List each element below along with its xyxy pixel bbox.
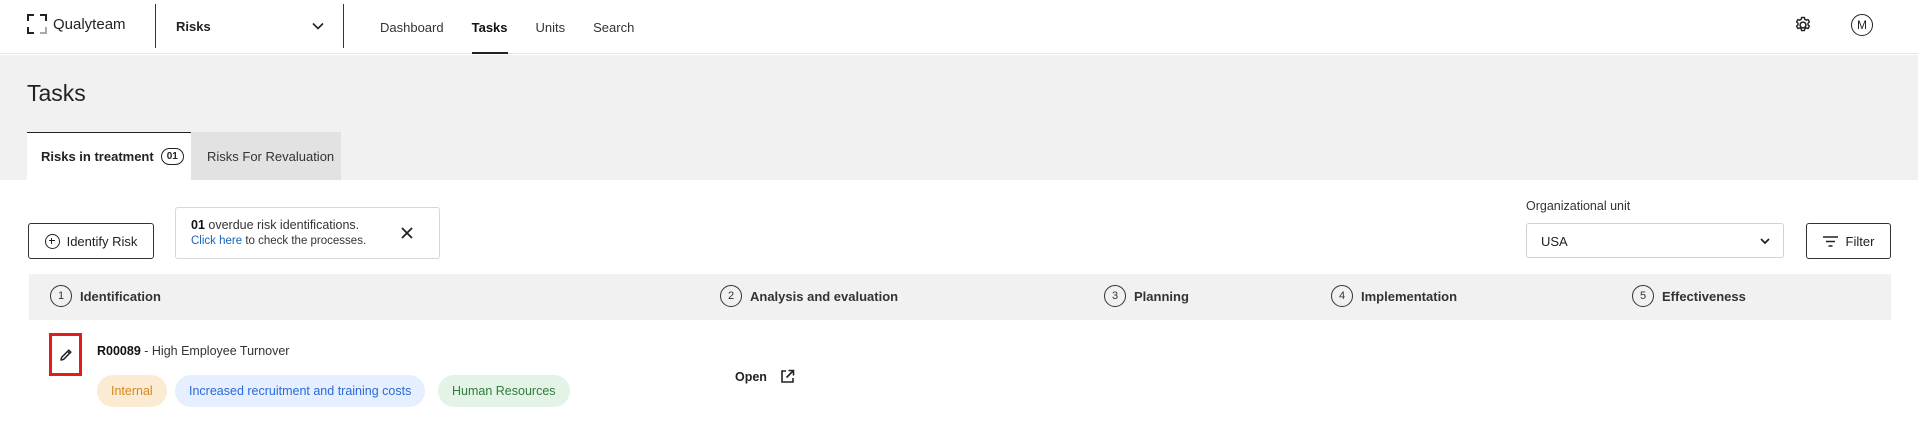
step-label: Analysis and evaluation <box>750 288 899 304</box>
risk-title: R00089 - High Employee Turnover <box>97 344 289 358</box>
open-link[interactable]: Open <box>735 369 795 384</box>
tag-internal: Internal <box>97 375 167 407</box>
overdue-notice: 01 overdue risk identifications. Click h… <box>175 207 440 259</box>
org-unit-label: Organizational unit <box>1526 199 1631 213</box>
logo[interactable]: Qualyteam <box>27 13 126 35</box>
module-select-value: Risks <box>176 18 211 34</box>
status-label: Open <box>735 369 767 384</box>
notice-sub: Click here to check the processes. <box>191 235 366 247</box>
notice-link-suffix: to check the processes. <box>242 235 367 247</box>
tab-risks-for-revaluation[interactable]: Risks For Revaluation <box>191 132 341 180</box>
edit-button[interactable] <box>49 333 82 376</box>
org-unit-select[interactable]: USA <box>1526 223 1784 258</box>
nav-dashboard[interactable]: Dashboard <box>380 0 444 54</box>
divider <box>343 4 344 48</box>
step-label: Effectiveness <box>1662 288 1746 304</box>
logo-text: Qualyteam <box>53 15 126 33</box>
divider <box>155 4 156 48</box>
step-number: 3 <box>1104 285 1126 307</box>
top-bar: Qualyteam Risks Dashboard Tasks Units Se… <box>0 0 1918 54</box>
identify-risk-label: Identify Risk <box>66 233 138 249</box>
step-label: Planning <box>1134 288 1189 304</box>
step-analysis: 2 Analysis and evaluation <box>720 285 898 307</box>
notice-message: 01 overdue risk identifications. <box>191 218 359 232</box>
close-icon[interactable] <box>399 225 415 241</box>
step-identification: 1 Identification <box>50 285 161 307</box>
module-select[interactable]: Risks <box>176 15 324 37</box>
plus-circle-icon <box>44 233 60 249</box>
tab-count-badge: 01 <box>160 148 184 165</box>
step-label: Implementation <box>1361 288 1458 304</box>
step-number: 2 <box>720 285 742 307</box>
risk-name: - High Employee Turnover <box>140 344 290 358</box>
step-planning: 3 Planning <box>1104 285 1189 307</box>
chevron-down-icon <box>1760 238 1770 245</box>
table-row: R00089 - High Employee Turnover Internal… <box>29 320 1891 438</box>
main-nav: Dashboard Tasks Units Search <box>380 0 662 54</box>
nav-tasks[interactable]: Tasks <box>471 0 508 54</box>
pencil-icon <box>59 348 72 361</box>
notice-text: overdue risk identifications. <box>204 218 360 232</box>
chevron-down-icon <box>312 22 324 30</box>
tab-risks-in-treatment[interactable]: Risks in treatment 01 <box>27 132 191 180</box>
tab-label: Risks For Revaluation <box>207 148 335 164</box>
org-unit-value: USA <box>1541 234 1568 249</box>
identify-risk-button[interactable]: Identify Risk <box>28 223 154 259</box>
nav-units[interactable]: Units <box>536 0 566 54</box>
step-label: Identification <box>80 288 161 304</box>
qualyteam-logo-icon <box>27 14 47 34</box>
steps-header: 1 Identification 2 Analysis and evaluati… <box>29 274 1891 320</box>
external-link-icon <box>781 369 795 383</box>
gear-icon[interactable] <box>1793 15 1813 35</box>
page-title: Tasks <box>27 80 86 106</box>
filter-label: Filter <box>1845 233 1875 249</box>
risk-code: R00089 <box>97 344 141 358</box>
step-number: 1 <box>50 285 72 307</box>
tag-consequence: Increased recruitment and training costs <box>175 375 426 407</box>
avatar[interactable]: M <box>1851 14 1873 36</box>
step-implementation: 4 Implementation <box>1331 285 1457 307</box>
filter-icon <box>1822 235 1838 247</box>
step-number: 5 <box>1632 285 1654 307</box>
notice-count: 01 <box>191 218 205 232</box>
step-number: 4 <box>1331 285 1353 307</box>
tag-department: Human Resources <box>438 375 570 407</box>
nav-search[interactable]: Search <box>593 0 634 54</box>
tab-label: Risks in treatment <box>41 149 154 164</box>
step-effectiveness: 5 Effectiveness <box>1632 285 1746 307</box>
click-here-link[interactable]: Click here <box>191 235 242 247</box>
filter-button[interactable]: Filter <box>1806 223 1891 259</box>
